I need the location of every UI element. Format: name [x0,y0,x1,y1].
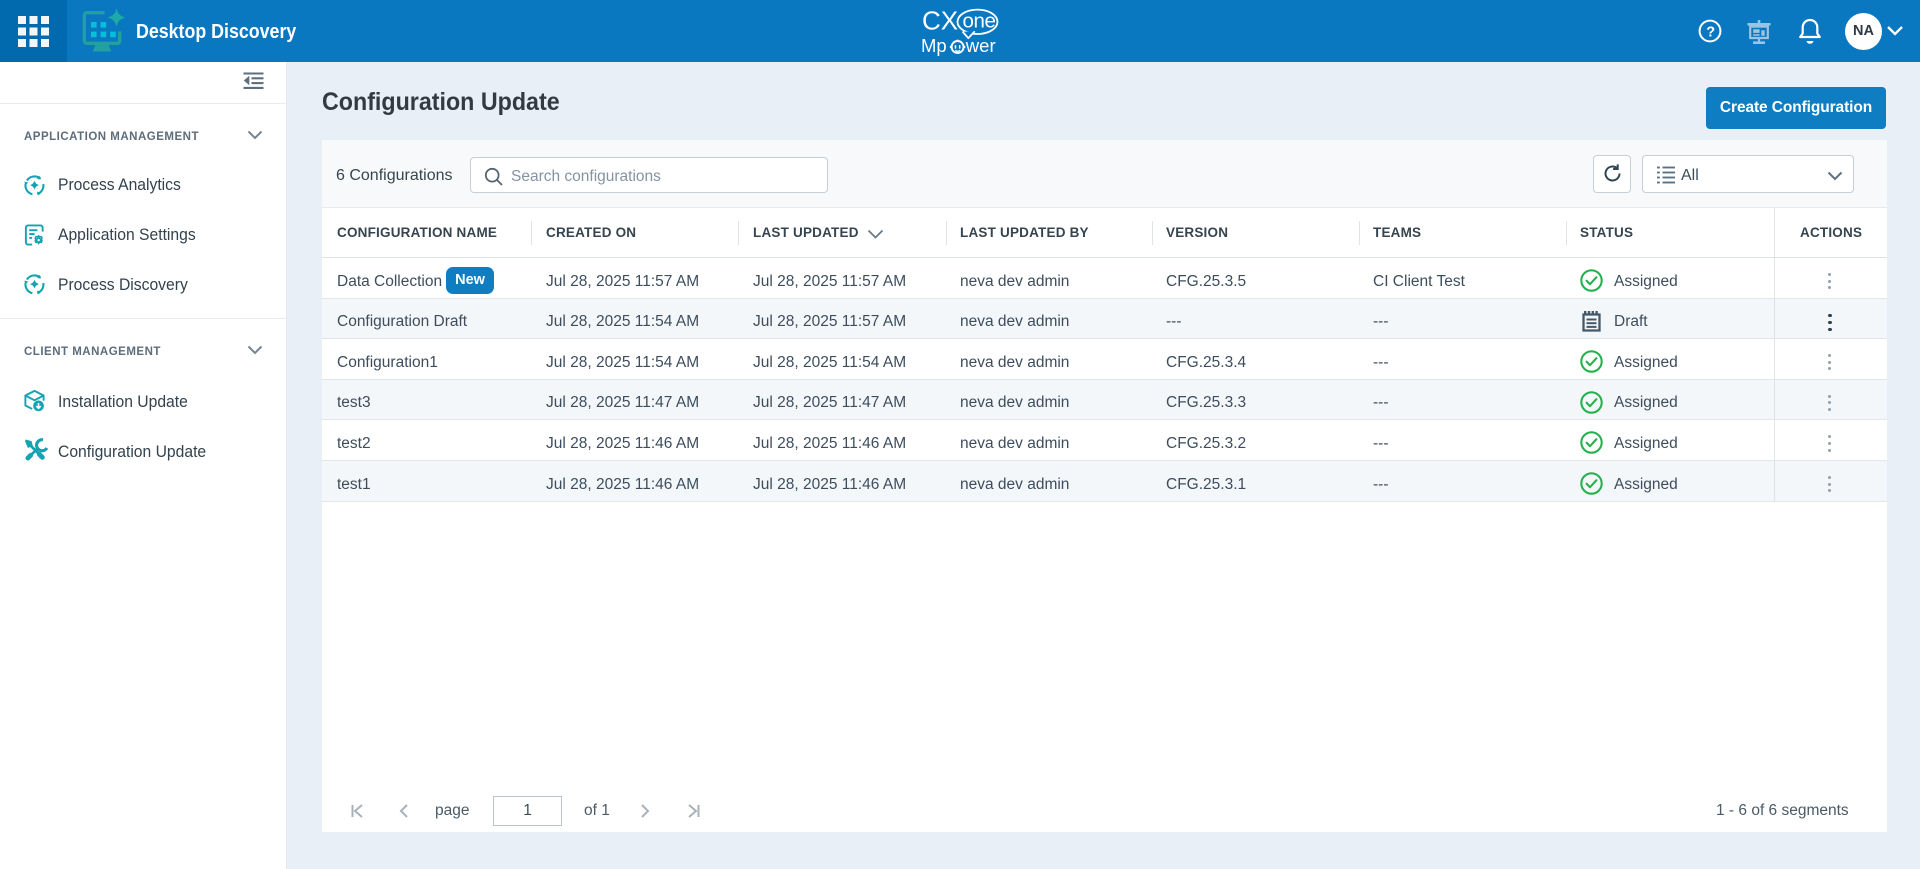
svg-text:CX: CX [922,5,958,35]
svg-text:Mp: Mp [921,35,947,56]
svg-text:one: one [963,10,996,33]
svg-text:?: ? [1706,24,1715,40]
svg-text:wer: wer [965,35,996,56]
